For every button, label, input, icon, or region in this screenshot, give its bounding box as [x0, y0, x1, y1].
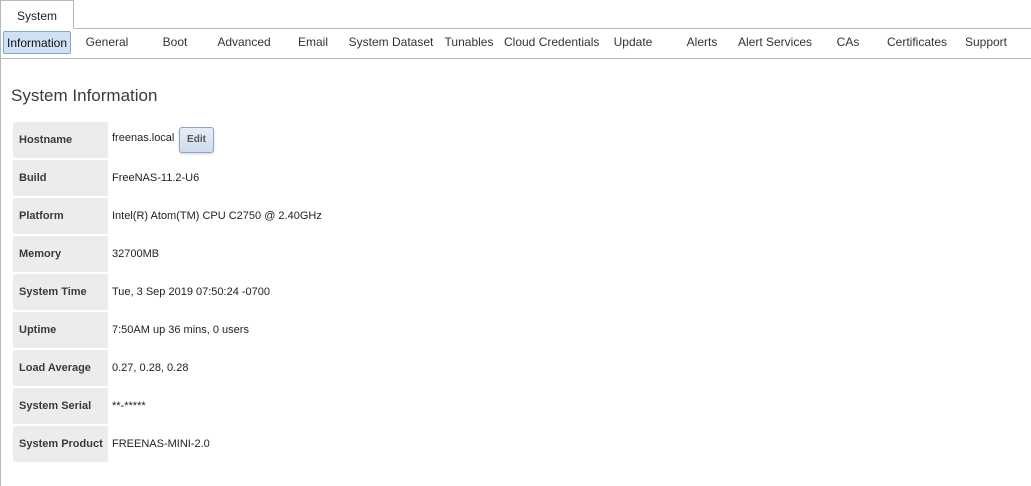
row-value: 7:50AM up 36 mins, 0 users [112, 324, 249, 336]
tab-system[interactable]: System [0, 0, 74, 29]
subtab-support[interactable]: Support [962, 31, 1010, 54]
row-label: System Time [13, 274, 108, 310]
row-label: Uptime [13, 312, 108, 348]
subtab-alerts[interactable]: Alerts [679, 31, 725, 54]
row-label: Memory [13, 236, 108, 272]
subtab-cas[interactable]: CAs [826, 31, 870, 54]
subtab-cloud-credentials[interactable]: Cloud Credentials [504, 31, 599, 54]
subtab-information[interactable]: Information [3, 31, 71, 54]
left-border [0, 0, 1, 486]
edit-hostname-button[interactable]: Edit [179, 127, 214, 153]
row-label: Platform [13, 198, 108, 234]
row-value: Tue, 3 Sep 2019 07:50:24 -0700 [112, 286, 270, 298]
subtab-tunables[interactable]: Tunables [441, 31, 497, 54]
subtab-email[interactable]: Email [290, 31, 336, 54]
row-value: FREENAS-MINI-2.0 [112, 438, 210, 450]
subtab-system-dataset[interactable]: System Dataset [348, 31, 434, 54]
row-label: Hostname [13, 122, 108, 158]
row-value: 0.27, 0.28, 0.28 [112, 362, 189, 374]
row-label: System Product [13, 426, 108, 462]
sub-tab-bar: Information General Boot Advanced Email … [0, 29, 1031, 59]
row-value: 32700MB [112, 248, 160, 260]
subtab-update[interactable]: Update [608, 31, 658, 54]
row-value: **-***** [112, 400, 146, 412]
row-label: Build [13, 160, 108, 196]
row-label: Load Average [13, 350, 108, 386]
subtab-boot[interactable]: Boot [152, 31, 198, 54]
row-label: System Serial [13, 388, 108, 424]
subtab-general[interactable]: General [78, 31, 136, 54]
row-value: FreeNAS-11.2-U6 [112, 172, 200, 184]
section-title: System Information [11, 86, 158, 105]
subtab-advanced[interactable]: Advanced [212, 31, 276, 54]
top-tab-bar: System [0, 0, 1031, 29]
hostname-value: freenas.local [112, 132, 175, 144]
row-value: freenas.local [112, 122, 174, 158]
subtab-certificates[interactable]: Certificates [884, 31, 950, 54]
row-value: Intel(R) Atom(TM) CPU C2750 @ 2.40GHz [112, 210, 322, 222]
subtab-alert-services[interactable]: Alert Services [736, 31, 814, 54]
